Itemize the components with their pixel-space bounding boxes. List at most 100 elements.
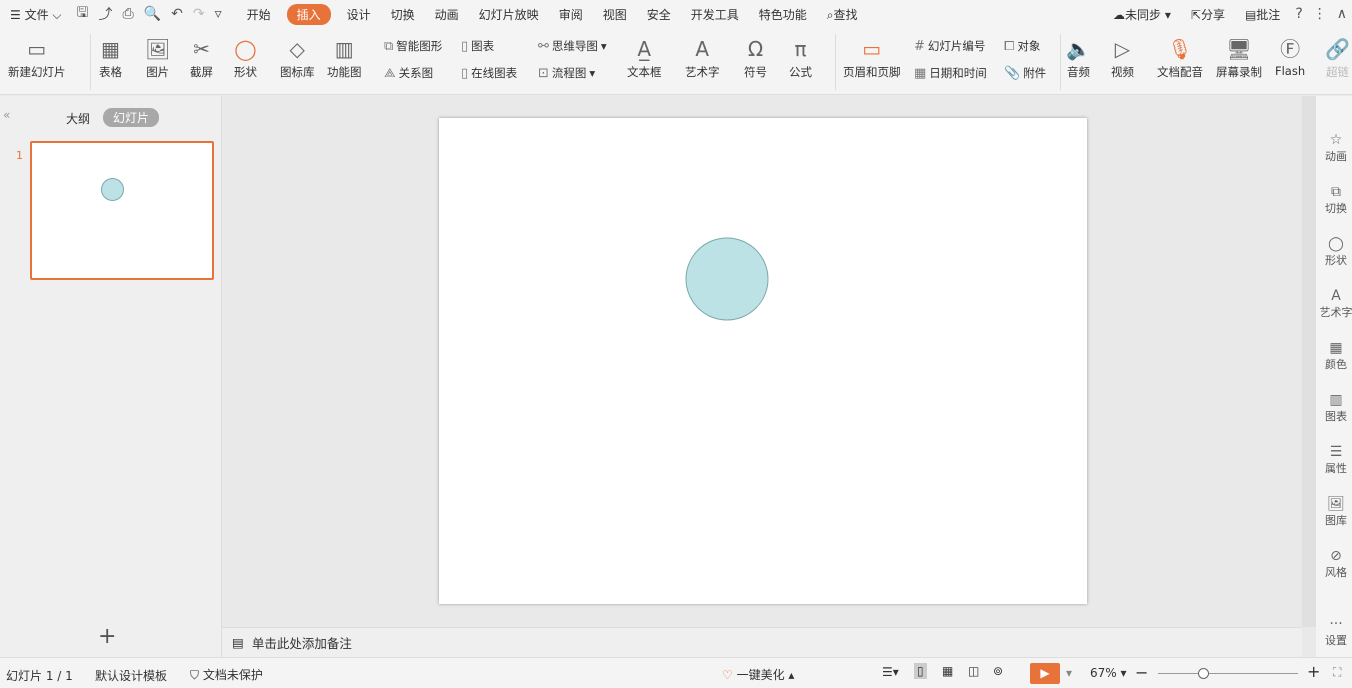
sidebar-style[interactable]: ⊘ 风格 bbox=[1316, 548, 1352, 580]
table-button[interactable]: ▦ 表格 bbox=[99, 34, 122, 80]
sidebar-chart[interactable]: ▥ 图表 bbox=[1316, 392, 1352, 424]
tab-insert[interactable]: 插入 bbox=[286, 3, 331, 25]
tab-developer[interactable]: 开发工具 bbox=[681, 6, 749, 23]
slide-number-button[interactable]: # 幻灯片编号 bbox=[914, 38, 985, 54]
beautify-button[interactable]: ♡ 一键美化 ▴ bbox=[722, 666, 794, 683]
smart-art-button[interactable]: ⧉ 智能图形 bbox=[384, 38, 442, 54]
sidebar-color[interactable]: ▦ 颜色 bbox=[1316, 340, 1352, 372]
object-button[interactable]: ⧠ 对象 bbox=[1004, 38, 1040, 54]
hyperlink-button[interactable]: 🔗 超链 bbox=[1325, 34, 1350, 80]
relation-button[interactable]: ⟁ 关系图 bbox=[384, 65, 433, 81]
picture-icon: 🖼 bbox=[145, 37, 171, 61]
ribbon: ▭ 新建幻灯片 ▦ 表格 🖼 图片 ✂ 截屏 ◯ 形状 ◇ 图标库 ▥ 功能图 ⧉ 智能图形 ⟁… bbox=[0, 28, 1352, 95]
collapse-panel-icon[interactable]: « bbox=[3, 108, 10, 122]
screen-record-icon: 🖥 bbox=[1226, 37, 1252, 61]
pi-icon: π bbox=[794, 37, 807, 61]
customize-icon[interactable]: ▿ bbox=[210, 6, 227, 22]
collapse-ribbon-icon[interactable]: ∧ bbox=[1332, 6, 1352, 22]
image-icon: 🖼 bbox=[1327, 496, 1345, 512]
tab-features[interactable]: 特色功能 bbox=[749, 6, 817, 23]
mindmap-button[interactable]: ⚯ 思维导图 ▾ bbox=[538, 38, 607, 54]
flowchart-button[interactable]: ⊡ 流程图 ▾ bbox=[538, 65, 595, 81]
sidebar-properties[interactable]: ☰ 属性 bbox=[1316, 444, 1352, 476]
notes-placeholder[interactable]: 单击此处添加备注 bbox=[252, 633, 352, 652]
play-dropdown-icon[interactable]: ▾ bbox=[1066, 666, 1072, 680]
formula-button[interactable]: π 公式 bbox=[789, 34, 812, 80]
zoom-in-button[interactable]: + bbox=[1307, 662, 1320, 681]
normal-view-icon[interactable]: ▯ bbox=[914, 663, 927, 679]
sidebar-gallery[interactable]: 🖼 图库 bbox=[1316, 496, 1352, 528]
new-slide-button[interactable]: ▭ 新建幻灯片 bbox=[8, 34, 66, 80]
more-dots-icon: ··· bbox=[1329, 616, 1343, 632]
wordart-button[interactable]: A 艺术字 bbox=[685, 34, 720, 80]
comment-label: 批注 bbox=[1256, 7, 1281, 22]
export-icon[interactable]: ⤴ bbox=[93, 4, 117, 24]
slide-canvas[interactable] bbox=[439, 118, 1087, 604]
video-button[interactable]: ▷ 视频 bbox=[1111, 34, 1134, 80]
undo-icon[interactable]: ↶ bbox=[166, 6, 188, 22]
tab-design[interactable]: 设计 bbox=[337, 6, 381, 23]
save-icon[interactable]: 🖫 bbox=[72, 2, 94, 26]
search-button[interactable]: ⌕查找 bbox=[817, 6, 868, 23]
tab-transition[interactable]: 切换 bbox=[381, 6, 425, 23]
tab-slideshow[interactable]: 幻灯片放映 bbox=[469, 6, 549, 23]
audio-button[interactable]: 🔈 音频 bbox=[1066, 34, 1091, 80]
icon-library-button[interactable]: ◇ 图标库 bbox=[280, 34, 315, 80]
tab-slides[interactable]: 幻灯片 bbox=[103, 108, 160, 127]
datetime-button[interactable]: ▦ 日期和时间 bbox=[914, 65, 987, 81]
screen-record-button[interactable]: 🖥 屏幕录制 bbox=[1216, 34, 1262, 80]
sidebar-transition[interactable]: ⧉ 切换 bbox=[1316, 184, 1352, 216]
fit-window-icon[interactable]: ⛶ bbox=[1333, 665, 1341, 680]
zoom-level[interactable]: 67% ▾ bbox=[1090, 666, 1127, 680]
sidebar-wordart[interactable]: A 艺术字 bbox=[1316, 288, 1352, 320]
sync-label: 未同步 bbox=[1125, 7, 1162, 22]
preview-icon[interactable]: 🔍 bbox=[139, 6, 166, 22]
print-icon[interactable]: ⎙ bbox=[117, 6, 138, 22]
zoom-out-button[interactable]: − bbox=[1135, 663, 1148, 682]
screenshot-button[interactable]: ✂ 截屏 bbox=[190, 34, 213, 80]
slide-thumbnail[interactable] bbox=[30, 141, 214, 280]
sorter-view-icon[interactable]: ▦ bbox=[942, 664, 953, 678]
doc-voice-button[interactable]: 🎙 文档配音 bbox=[1157, 34, 1203, 80]
sidebar-settings[interactable]: ··· 设置 bbox=[1316, 616, 1352, 648]
tab-home[interactable]: 开始 bbox=[237, 6, 281, 23]
zoom-slider-handle[interactable] bbox=[1198, 668, 1209, 679]
header-footer-button[interactable]: ▭ 页眉和页脚 bbox=[843, 34, 901, 80]
presenter-view-icon[interactable]: ⊚ bbox=[993, 664, 1003, 678]
play-slideshow-button[interactable]: ▶ bbox=[1030, 663, 1060, 684]
function-chart-button[interactable]: ▥ 功能图 bbox=[327, 34, 362, 80]
tab-review[interactable]: 审阅 bbox=[549, 6, 593, 23]
redo-icon[interactable]: ↷ bbox=[188, 6, 210, 22]
tab-view[interactable]: 视图 bbox=[593, 6, 637, 23]
reading-view-icon[interactable]: ◫ bbox=[968, 664, 979, 678]
picture-button[interactable]: 🖼 图片 bbox=[145, 34, 170, 80]
template-name[interactable]: 默认设计模板 bbox=[95, 667, 167, 684]
sidebar-animation[interactable]: ☆ 动画 bbox=[1316, 132, 1352, 164]
comment-button[interactable]: ▤批注 bbox=[1235, 6, 1290, 23]
tab-security[interactable]: 安全 bbox=[637, 6, 681, 23]
notes-bar[interactable]: ▤ 单击此处添加备注 bbox=[222, 627, 1302, 657]
add-slide-icon[interactable]: + bbox=[98, 624, 116, 649]
zoom-slider[interactable] bbox=[1158, 668, 1298, 679]
shape-button[interactable]: ◯ 形状 bbox=[234, 34, 257, 80]
attachment-button[interactable]: 📎 附件 bbox=[1004, 65, 1046, 81]
picture-label: 图片 bbox=[146, 65, 170, 79]
notes-toggle-icon[interactable]: ☰▾ bbox=[882, 665, 899, 679]
more-icon[interactable]: ⋮ bbox=[1308, 6, 1332, 22]
tab-outline[interactable]: 大纲 bbox=[66, 110, 90, 127]
flash-button[interactable]: Ⓕ Flash bbox=[1275, 34, 1305, 78]
vertical-scrollbar[interactable] bbox=[1302, 96, 1316, 627]
sidebar-shape[interactable]: ◯ 形状 bbox=[1316, 236, 1352, 268]
protection-status[interactable]: ⛉ 文档未保护 bbox=[190, 666, 263, 683]
flowchart-icon: ⊡ bbox=[538, 65, 549, 81]
help-icon[interactable]: ? bbox=[1290, 6, 1307, 22]
file-menu[interactable]: ☰ 文件 ⌵ bbox=[0, 6, 72, 23]
chart-button[interactable]: ▯ 图表 bbox=[461, 38, 494, 54]
online-chart-button[interactable]: ▯ 在线图表 bbox=[461, 65, 517, 81]
tab-animation[interactable]: 动画 bbox=[425, 6, 469, 23]
share-button[interactable]: ⇱分享 bbox=[1181, 6, 1235, 23]
sync-button[interactable]: ☁未同步 ▾ bbox=[1103, 6, 1181, 23]
symbol-button[interactable]: Ω 符号 bbox=[744, 34, 767, 80]
circle-shape[interactable] bbox=[685, 237, 769, 321]
textbox-button[interactable]: A̲ 文本框 bbox=[627, 34, 662, 80]
